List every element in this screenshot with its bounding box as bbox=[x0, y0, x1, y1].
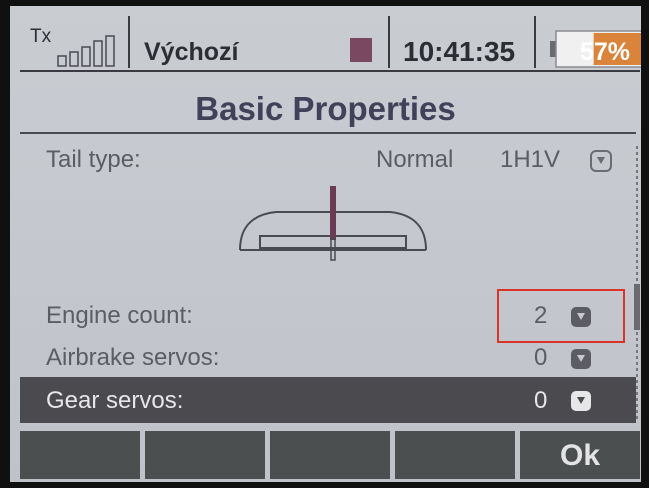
status-divider bbox=[534, 16, 536, 68]
function-key-3[interactable] bbox=[270, 431, 390, 479]
page-title: Basic Properties bbox=[195, 90, 456, 127]
status-divider bbox=[388, 16, 390, 68]
status-bar: Tx Výchozí 10:41:35 57% bbox=[20, 12, 641, 72]
airbrake-servos-value[interactable]: 0 bbox=[534, 344, 547, 372]
tx-label: Tx bbox=[30, 26, 52, 47]
engine-count-label: Engine count: bbox=[46, 302, 193, 329]
engine-count-highlight bbox=[497, 289, 625, 343]
record-indicator-icon bbox=[350, 38, 372, 62]
transmitter-screen: Tx Výchozí 10:41:35 57% Basic Properties… bbox=[10, 6, 641, 482]
dropdown-arrow-icon[interactable] bbox=[590, 150, 612, 172]
ok-button[interactable]: Ok bbox=[520, 431, 640, 479]
tail-type-value[interactable]: Normal bbox=[376, 146, 453, 174]
battery-percent: 57% bbox=[580, 38, 631, 66]
gear-servos-row[interactable]: Gear servos: 0 bbox=[20, 377, 636, 423]
airbrake-servos-label: Airbrake servos: bbox=[46, 344, 220, 371]
tail-type-label: Tail type: bbox=[46, 146, 141, 173]
signal-strength-icon bbox=[57, 35, 115, 67]
clock-time: 10:41:35 bbox=[403, 36, 516, 67]
model-name[interactable]: Výchozí bbox=[144, 38, 238, 67]
dropdown-arrow-icon[interactable] bbox=[570, 390, 592, 412]
title-divider bbox=[20, 132, 636, 134]
function-key-4[interactable] bbox=[395, 431, 515, 479]
status-divider bbox=[128, 16, 130, 68]
function-key-bar: Ok bbox=[20, 431, 640, 481]
function-key-2[interactable] bbox=[145, 431, 265, 479]
scrollbar-thumb[interactable] bbox=[634, 284, 640, 330]
dropdown-arrow-icon[interactable] bbox=[570, 348, 592, 370]
function-key-1[interactable] bbox=[20, 431, 140, 479]
gear-servos-value[interactable]: 0 bbox=[534, 387, 547, 415]
tail-type-code[interactable]: 1H1V bbox=[500, 146, 560, 174]
tail-diagram bbox=[239, 186, 427, 261]
gear-servos-label: Gear servos: bbox=[46, 387, 184, 414]
